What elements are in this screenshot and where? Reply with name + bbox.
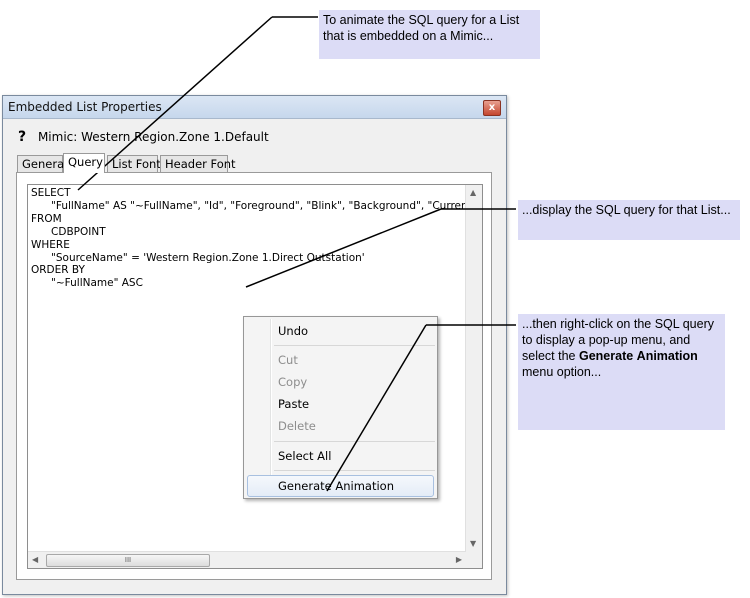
horizontal-scroll-thumb[interactable]: III [46,554,210,567]
tab-general-label: General [22,157,68,171]
scrollbar-corner [466,552,482,568]
menu-item-paste[interactable]: Paste [278,397,309,411]
callout-display-sql: ...display the SQL query for that List..… [518,200,740,240]
callout-3-text-end: menu option... [522,365,602,379]
callout-3-bold-animation: Animation [636,349,698,363]
scroll-right-icon[interactable]: ▶ [456,555,462,565]
menu-item-delete[interactable]: Delete [278,419,316,433]
vertical-scrollbar[interactable]: ▲ ▼ [465,185,482,552]
menu-item-select-all[interactable]: Select All [278,449,331,463]
tab-query[interactable]: Query [63,153,105,173]
scroll-thumb-grip-icon: III [124,556,132,564]
window-title: Embedded List Properties [8,100,162,114]
menu-item-undo[interactable]: Undo [278,324,308,338]
context-menu: Undo Cut Copy Paste Delete Select All Ge… [243,316,438,499]
close-button[interactable]: x [483,100,501,116]
scroll-up-icon[interactable]: ▲ [470,188,476,198]
horizontal-scrollbar[interactable]: ◀ III ▶ [28,551,466,568]
menu-item-generate-animation[interactable]: Generate Animation [278,479,394,493]
scroll-left-icon[interactable]: ◀ [32,555,38,565]
close-icon: x [488,102,496,113]
tab-query-label: Query [68,155,103,169]
mimic-label: Mimic: Western Region.Zone 1.Default [37,130,269,144]
menu-separator [274,441,435,442]
sql-query-text[interactable]: SELECT "FullName" AS "~FullName", "Id", … [31,187,482,290]
menu-gutter [270,319,272,496]
tab-list-font-label: List Font [112,157,161,171]
callout-2-text: ...display the SQL query for that List..… [522,203,731,217]
tab-header-font-label: Header Font [165,157,236,171]
callout-1-text: To animate the SQL query for a List that… [323,13,520,43]
menu-separator [274,345,435,346]
help-row: ? Mimic: Western Region.Zone 1.Default [18,129,269,145]
menu-separator [274,470,435,471]
tab-list-font[interactable]: List Font [107,155,161,172]
tab-general[interactable]: General [17,155,67,172]
scroll-down-icon[interactable]: ▼ [470,539,476,549]
title-bar[interactable]: Embedded List Properties x [3,96,506,119]
callout-right-click: ...then right-click on the SQL query to … [518,314,725,430]
tab-header-font[interactable]: Header Font [160,155,236,172]
help-icon[interactable]: ? [18,129,26,145]
callout-animate-sql: To animate the SQL query for a List that… [319,10,540,59]
menu-item-cut[interactable]: Cut [278,353,298,367]
menu-item-copy[interactable]: Copy [278,375,307,389]
callout-3-bold-generate: Generate [578,349,634,363]
